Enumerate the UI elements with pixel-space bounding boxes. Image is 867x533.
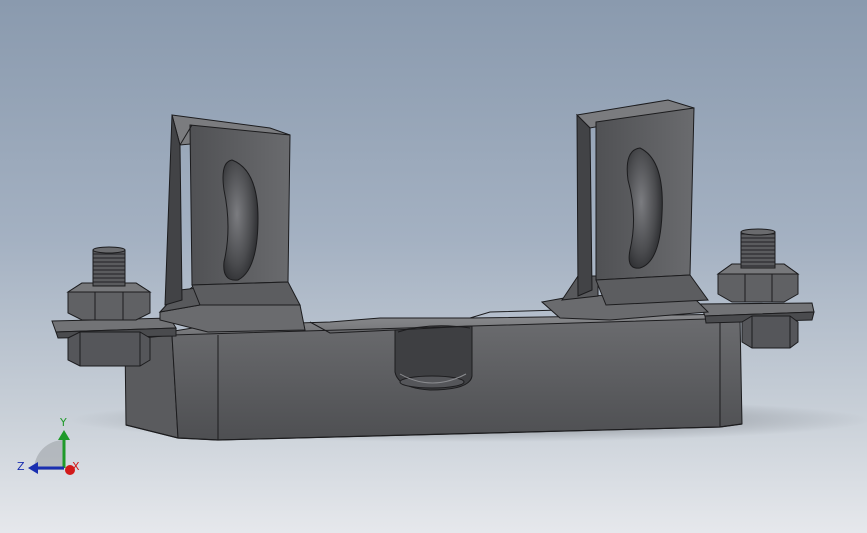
model-canvas[interactable]: Y Z X [0, 0, 867, 533]
x-axis-label: X [72, 460, 80, 473]
right-contact-clip[interactable] [540, 99, 710, 321]
triad-plane-icon [34, 440, 64, 470]
3d-viewport[interactable]: Y Z X [0, 0, 867, 533]
center-slot[interactable] [394, 325, 473, 391]
left-bolt-nut[interactable] [66, 246, 152, 367]
left-contact-clip[interactable] [158, 114, 306, 333]
reference-triad[interactable]: Y Z X [17, 416, 80, 475]
z-axis-label: Z [17, 460, 25, 473]
z-arrowhead-icon [28, 462, 38, 474]
y-arrowhead-icon [58, 430, 70, 440]
y-axis-label: Y [59, 416, 67, 429]
